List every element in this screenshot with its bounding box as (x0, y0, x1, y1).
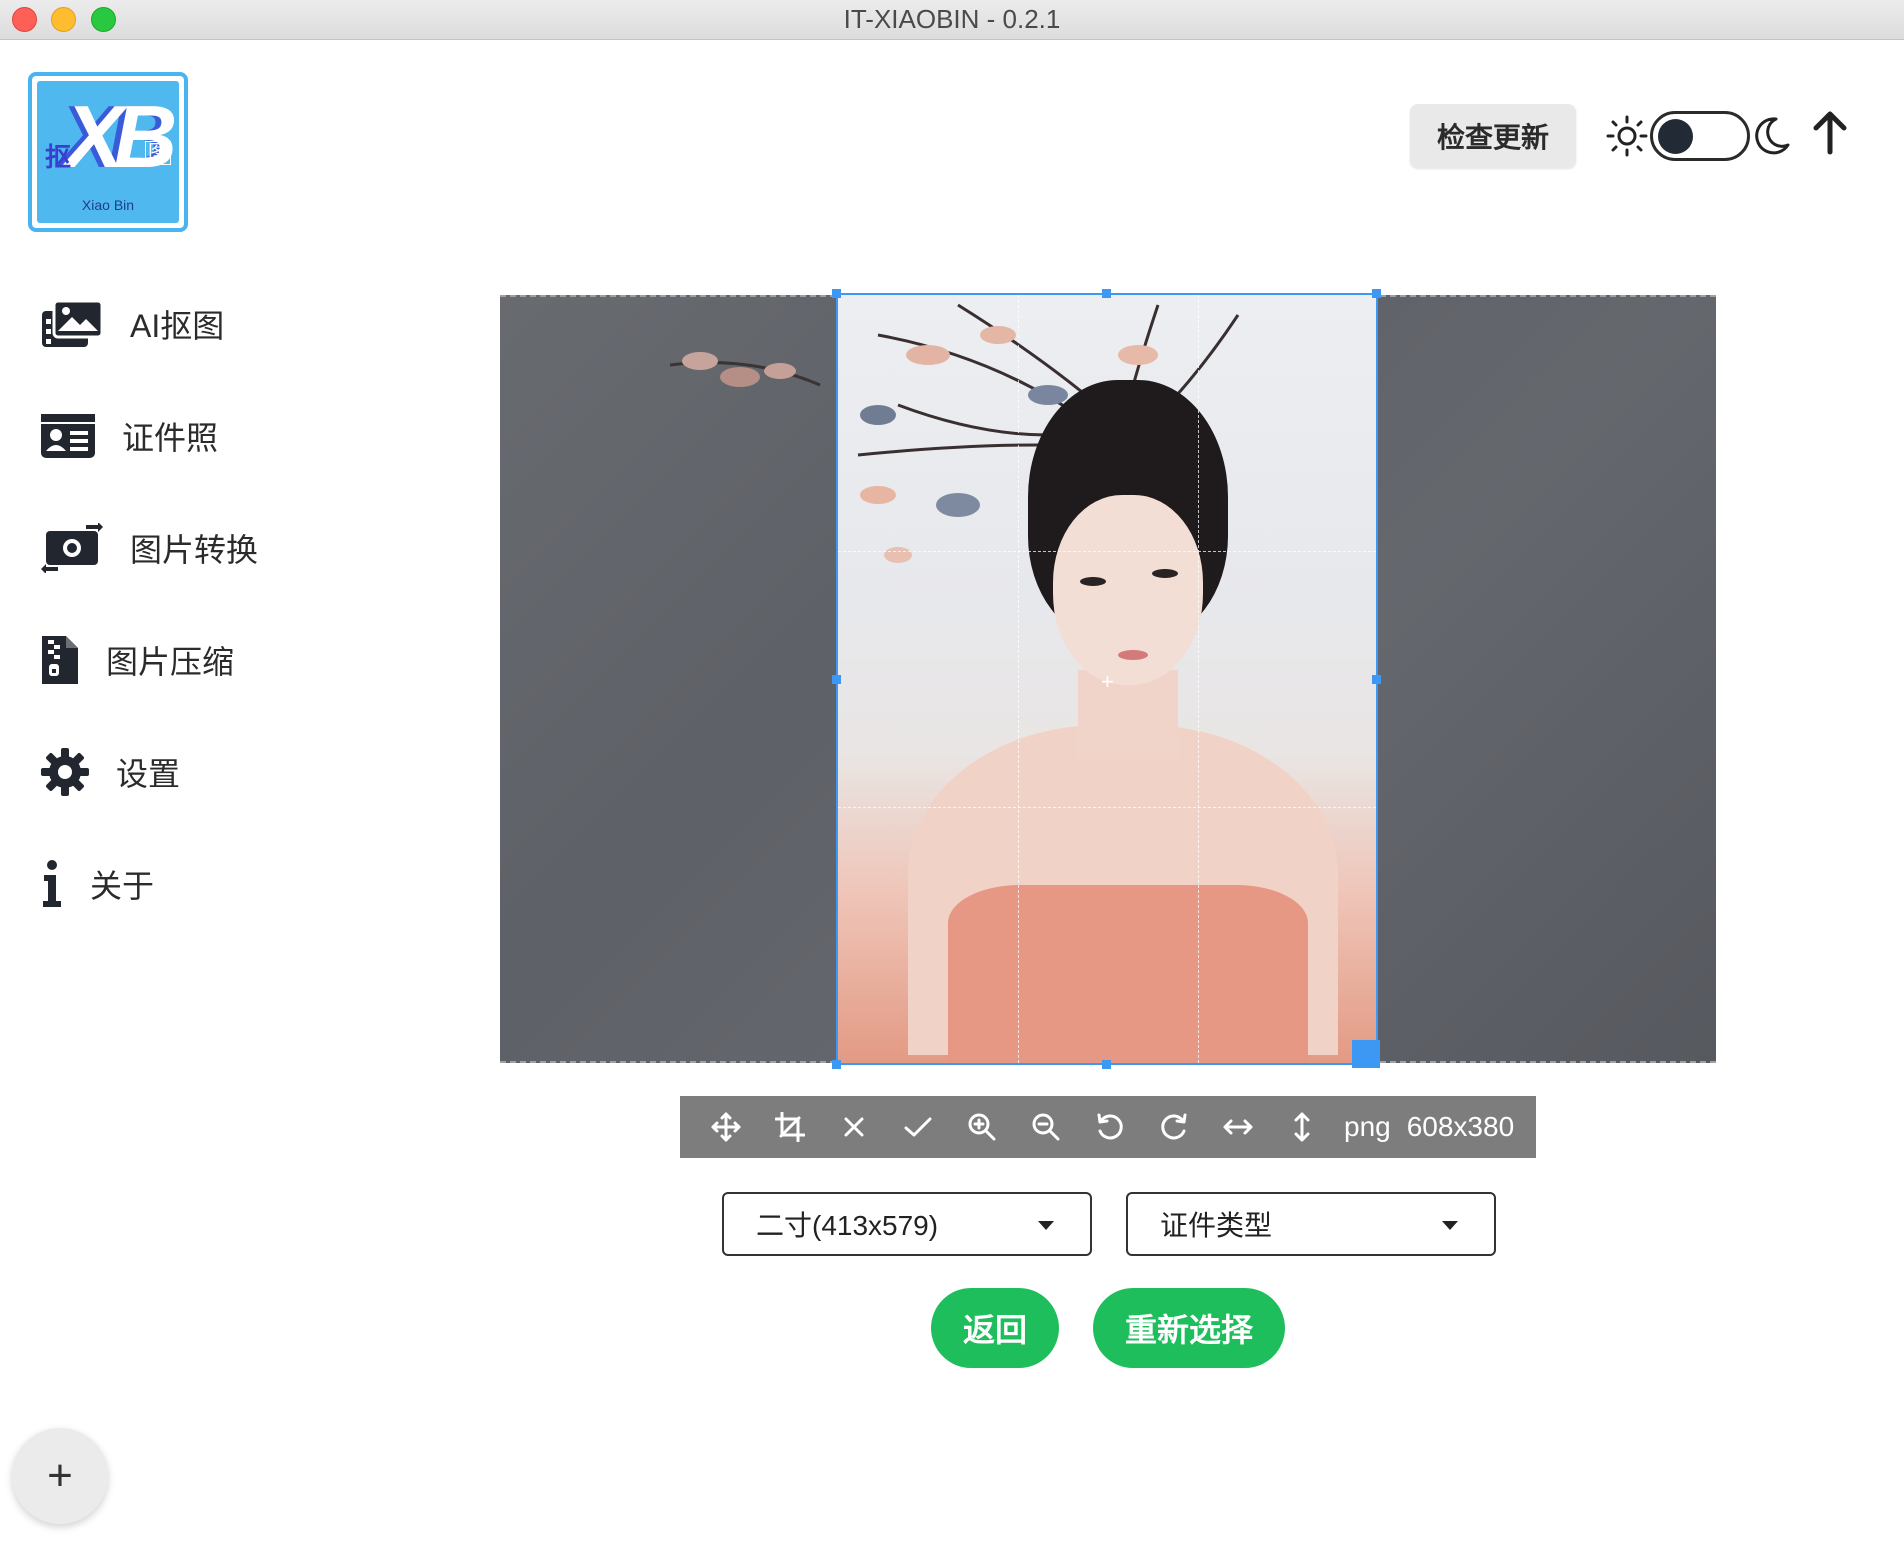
photo-lips (1118, 650, 1148, 660)
zoom-out-button[interactable] (1014, 1096, 1078, 1158)
sidebar-item-image-compress[interactable]: 图片压缩 (40, 630, 234, 690)
crop-handle-nw[interactable] (832, 289, 841, 298)
rotate-right-icon (1161, 1113, 1187, 1140)
theme-switch[interactable] (1606, 106, 1792, 166)
rotate-left-icon (1097, 1113, 1123, 1140)
title-bar: IT-XIAOBIN - 0.2.1 (0, 0, 1904, 40)
crop-handle-n[interactable] (1102, 289, 1111, 298)
sidebar-item-settings[interactable]: 设置 (40, 742, 180, 802)
crop-grid-line (1018, 295, 1019, 1063)
id-type-value: 证件类型 (1160, 1210, 1273, 1241)
photo-eye-left (1080, 577, 1106, 586)
sidebar-item-label: 设置 (116, 756, 181, 792)
photo-eye-right (1152, 569, 1178, 578)
back-button[interactable]: 返回 (931, 1288, 1059, 1368)
image-size-label: 608x380 (1406, 1111, 1515, 1142)
id-card-icon (41, 414, 95, 458)
add-button[interactable]: + (12, 1428, 108, 1524)
photo-dress (948, 885, 1308, 1063)
crop-handle-se[interactable] (1352, 1040, 1380, 1068)
crop-handle-sw[interactable] (832, 1060, 841, 1069)
rotate-left-button[interactable] (1078, 1096, 1142, 1158)
flip-horizontal-icon (1223, 1119, 1253, 1135)
crop-handle-e[interactable] (1372, 675, 1381, 684)
logo-right-char: 图 (145, 141, 171, 165)
chevron-down-icon (1442, 1221, 1458, 1230)
gear-icon (41, 748, 89, 796)
sun-icon (1606, 115, 1648, 157)
sidebar-item-image-convert[interactable]: 图片转换 (40, 518, 258, 578)
cancel-crop-button[interactable] (822, 1096, 886, 1158)
check-icon (904, 1117, 932, 1137)
toggle-knob (1658, 119, 1693, 154)
sidebar-item-label: 证件照 (122, 420, 219, 456)
crop-box[interactable]: + (836, 293, 1378, 1065)
window-title: IT-XIAOBIN - 0.2.1 (843, 4, 1061, 34)
money-bill-transfer-icon (41, 523, 103, 573)
logo-left-char: 抠 (45, 142, 72, 172)
sidebar-item-label: AI抠图 (130, 308, 225, 344)
logo-image: XB 抠 图 Xiao Bin (37, 81, 179, 223)
crop-grid-line (1198, 295, 1199, 1063)
editor-toolbar: png 608x380 (680, 1096, 1536, 1158)
file-zipper-icon (42, 636, 78, 684)
images-icon (42, 299, 104, 347)
sidebar-item-ai-matting[interactable]: AI抠图 (40, 294, 224, 354)
info-icon (43, 860, 61, 907)
sidebar-item-label: 图片转换 (130, 532, 259, 568)
chevron-down-icon (1038, 1221, 1054, 1230)
sidebar-item-label: 关于 (90, 868, 155, 904)
photo-size-select[interactable]: 二寸(413x579) (722, 1192, 1092, 1256)
crop-center-icon: + (1101, 669, 1114, 694)
image-format-label: png (1344, 1111, 1391, 1142)
sidebar-item-about[interactable]: 关于 (40, 854, 154, 914)
confirm-crop-button[interactable] (886, 1096, 950, 1158)
crop-grid-line (838, 807, 1376, 808)
crop-handle-ne[interactable] (1372, 289, 1381, 298)
logo-subtitle: Xiao Bin (81, 197, 135, 213)
logo-mark: XB (65, 87, 177, 186)
sidebar-item-label: 图片压缩 (106, 644, 235, 680)
id-type-select[interactable]: 证件类型 (1126, 1192, 1496, 1256)
arrow-up-icon[interactable] (1810, 110, 1850, 156)
crop-handle-w[interactable] (832, 675, 841, 684)
zoom-in-button[interactable] (950, 1096, 1014, 1158)
close-icon (844, 1117, 864, 1137)
zoom-in-icon (968, 1113, 996, 1141)
app-logo[interactable]: XB 抠 图 Xiao Bin (28, 72, 188, 232)
move-icon (711, 1112, 741, 1142)
crop-button[interactable] (758, 1096, 822, 1158)
check-update-button[interactable]: 检查更新 (1410, 104, 1576, 168)
crop-grid-line (838, 551, 1376, 552)
flip-horizontal-button[interactable] (1206, 1096, 1270, 1158)
reselect-button[interactable]: 重新选择 (1093, 1288, 1285, 1368)
move-button[interactable] (694, 1096, 758, 1158)
crop-handle-s[interactable] (1102, 1060, 1111, 1069)
crop-icon (775, 1112, 805, 1142)
zoom-out-icon (1032, 1113, 1060, 1141)
photo-size-value: 二寸(413x579) (756, 1210, 939, 1241)
sidebar-item-id-photo[interactable]: 证件照 (40, 406, 218, 466)
flip-vertical-icon (1294, 1112, 1310, 1142)
moon-icon (1755, 117, 1790, 155)
flip-vertical-button[interactable] (1270, 1096, 1334, 1158)
rotate-right-button[interactable] (1142, 1096, 1206, 1158)
theme-toggle[interactable] (1650, 111, 1750, 161)
